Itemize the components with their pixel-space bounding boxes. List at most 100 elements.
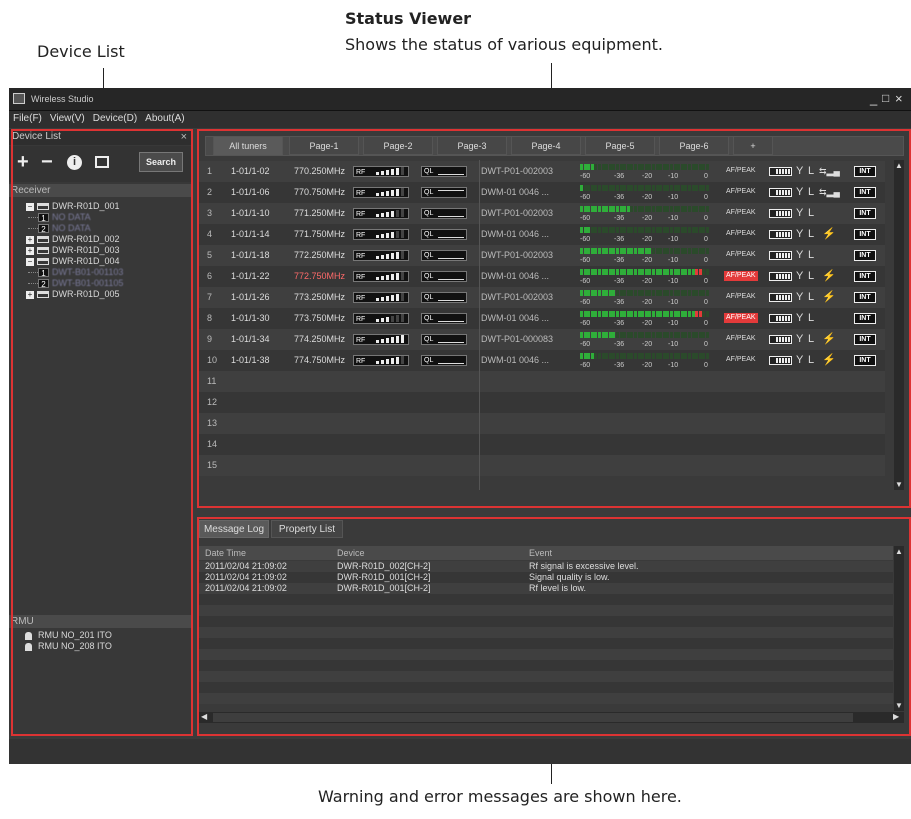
log-scroll-up-icon[interactable]: ▲ xyxy=(895,547,903,556)
device-list-close-icon[interactable]: × xyxy=(181,129,187,145)
ql-label: QL xyxy=(424,294,434,301)
receiver-icon xyxy=(37,291,49,299)
frequency: 771.250MHz xyxy=(294,208,346,218)
expand-toggle-icon[interactable]: − xyxy=(26,202,34,211)
status-row[interactable]: 5 1-01/1-18 772.250MHz RF QL DWT-P01-002003 -6… xyxy=(199,245,885,266)
log-hscrollbar[interactable]: ◀ ▶ xyxy=(199,712,904,723)
af-segment xyxy=(623,164,627,170)
search-button[interactable]: Search xyxy=(139,152,183,172)
af-segment xyxy=(698,206,702,212)
tab-page-6[interactable]: Page-6 xyxy=(659,136,729,155)
tab-page-1[interactable]: Page-1 xyxy=(289,136,359,155)
tab-page-5[interactable]: Page-5 xyxy=(585,136,655,155)
tab-page-4[interactable]: Page-4 xyxy=(511,136,581,155)
status-row[interactable]: 2 1-01/1-06 770.750MHz RF QL DWM-01 0046 ... -… xyxy=(199,182,885,203)
af-peak-badge: AF/PEAK xyxy=(726,188,756,195)
af-segment xyxy=(583,290,587,296)
status-vscrollbar[interactable]: ▲ ▼ xyxy=(894,160,904,490)
rf-bar xyxy=(401,209,404,217)
status-row[interactable]: 8 1-01/1-30 773.750MHz RF QL DWM-01 0046 ... -… xyxy=(199,308,885,329)
status-row-empty: 13 xyxy=(199,413,885,434)
tab-page-3[interactable]: Page-3 xyxy=(437,136,507,155)
af-segment xyxy=(652,290,655,296)
remove-device-icon[interactable]: − xyxy=(41,152,53,172)
tree-receiver[interactable]: + DWR-R01D_002 xyxy=(26,234,192,245)
log-col-event[interactable]: Event xyxy=(529,546,552,560)
log-tab-message[interactable]: Message Log xyxy=(199,520,269,538)
expand-toggle-icon[interactable]: − xyxy=(26,257,34,266)
tab-all-tuners[interactable]: All tuners xyxy=(213,136,283,155)
diversity-icon: L xyxy=(808,270,815,282)
menu-view[interactable]: View(V) xyxy=(46,111,89,126)
af-segment xyxy=(601,227,605,233)
expand-toggle-icon[interactable]: + xyxy=(26,290,34,299)
row-number: 2 xyxy=(207,187,213,197)
add-device-icon[interactable]: + xyxy=(17,152,29,172)
tree-receiver[interactable]: + DWR-R01D_003 xyxy=(26,245,192,256)
battery-cell xyxy=(776,337,778,342)
menu-about[interactable]: About(A) xyxy=(141,111,188,126)
af-segment xyxy=(659,185,663,191)
af-segment xyxy=(698,269,702,275)
status-row[interactable]: 10 1-01/1-38 774.750MHz RF QL DWM-01 0046 ...… xyxy=(199,350,885,371)
tab-[interactable]: + xyxy=(733,136,773,155)
af-segment xyxy=(666,206,670,212)
status-row[interactable]: 7 1-01/1-26 773.250MHz RF QL DWT-P01-002003 -6… xyxy=(199,287,885,308)
af-level-meter: -60 -36 -20 -10 0 xyxy=(580,206,714,222)
af-segment xyxy=(634,353,637,359)
log-row[interactable]: 2011/02/04 21:09:02 DWR-R01D_002[CH-2] Rf … xyxy=(199,561,893,572)
battery-cell xyxy=(782,295,784,300)
scroll-up-icon[interactable]: ▲ xyxy=(895,161,903,170)
log-tab-property[interactable]: Property List xyxy=(271,520,343,538)
af-segment xyxy=(673,311,677,317)
log-scroll-thumb[interactable] xyxy=(213,713,853,722)
status-row[interactable]: 1 1-01/1-02 770.250MHz RF QL DWT-P01-002003 -6… xyxy=(199,161,885,182)
status-row[interactable]: 3 1-01/1-10 771.250MHz RF QL DWT-P01-002003 -6… xyxy=(199,203,885,224)
info-icon[interactable]: i xyxy=(67,155,82,170)
af-scale-label: -36 xyxy=(614,362,625,369)
scroll-down-icon[interactable]: ▼ xyxy=(895,480,903,489)
rf-bar xyxy=(376,277,379,280)
minimize-button[interactable]: _ xyxy=(870,91,877,106)
af-segment xyxy=(652,164,655,170)
log-row[interactable]: 2011/02/04 21:09:02 DWR-R01D_001[CH-2] Rf … xyxy=(199,583,893,594)
expand-toggle-icon[interactable]: + xyxy=(26,246,34,255)
log-vscrollbar[interactable]: ▲ ▼ xyxy=(894,546,904,711)
log-col-datetime[interactable]: Date Time xyxy=(205,546,246,560)
af-segment xyxy=(659,269,663,275)
log-scroll-left-icon[interactable]: ◀ xyxy=(201,712,207,721)
tree-branch-line xyxy=(28,228,38,230)
maximize-button[interactable]: □ xyxy=(882,91,889,105)
rf-bar xyxy=(391,337,394,343)
af-segment xyxy=(684,227,688,233)
log-col-device[interactable]: Device xyxy=(337,546,365,560)
close-button[interactable]: × xyxy=(895,91,903,106)
af-scale-label: -10 xyxy=(668,215,679,222)
tree-receiver[interactable]: − DWR-R01D_004 xyxy=(26,256,192,267)
status-row[interactable]: 9 1-01/1-34 774.250MHz RF QL DWT-P01-000083 -6… xyxy=(199,329,885,350)
af-scale-label: -10 xyxy=(668,362,679,369)
af-scale-label: -60 xyxy=(580,194,591,201)
status-row[interactable]: 4 1-01/1-14 771.750MHz RF QL DWM-01 0046 ... -… xyxy=(199,224,885,245)
log-row[interactable]: 2011/02/04 21:09:02 DWR-R01D_001[CH-2] Sig… xyxy=(199,572,893,583)
af-segment xyxy=(648,227,652,233)
rmu-item[interactable]: RMU NO_201 ITO xyxy=(25,630,192,641)
tree-channel[interactable]: 1 NO DATA xyxy=(26,212,192,223)
menu-file[interactable]: File(F) xyxy=(9,111,46,126)
status-row[interactable]: 6 1-01/1-22 772.750MHz RF QL DWM-01 0046 ... -… xyxy=(199,266,885,287)
menu-device[interactable]: Device(D) xyxy=(89,111,141,126)
rmu-item[interactable]: RMU NO_208 ITO xyxy=(25,641,192,652)
select-device-icon[interactable] xyxy=(95,156,109,168)
tab-page-2[interactable]: Page-2 xyxy=(363,136,433,155)
tree-channel[interactable]: 2 NO DATA xyxy=(26,223,192,234)
log-scroll-down-icon[interactable]: ▼ xyxy=(895,701,903,710)
expand-toggle-icon[interactable]: + xyxy=(26,235,34,244)
tree-receiver[interactable]: − DWR-R01D_001 xyxy=(26,201,192,212)
ql-line xyxy=(438,279,464,280)
tree-channel[interactable]: 1 DWT-B01-001103 xyxy=(26,267,192,278)
tree-channel[interactable]: 2 DWT-B01-001105 xyxy=(26,278,192,289)
tree-receiver[interactable]: + DWR-R01D_005 xyxy=(26,289,192,300)
log-scroll-right-icon[interactable]: ▶ xyxy=(893,712,899,721)
frequency: 774.250MHz xyxy=(294,334,346,344)
battery-cell xyxy=(788,295,790,300)
